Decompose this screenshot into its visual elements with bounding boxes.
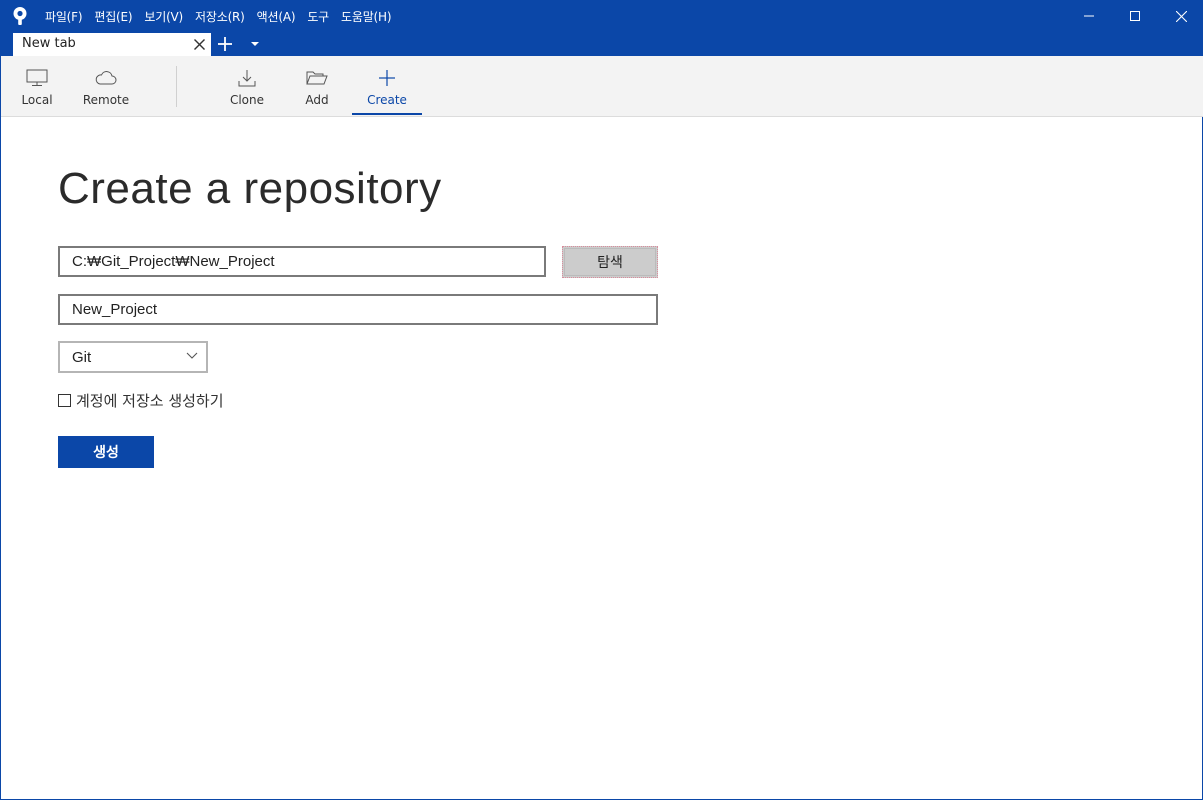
menu-actions[interactable]: 액션(A) <box>257 8 296 25</box>
toolbar-create-label: Create <box>367 93 407 107</box>
tab-dropdown-icon[interactable] <box>249 40 261 48</box>
tab-new-tab[interactable]: New tab <box>13 33 211 56</box>
active-tab-indicator <box>352 113 422 115</box>
repository-type-value: Git <box>72 348 92 366</box>
minimize-button[interactable] <box>1066 0 1112 32</box>
toolbar-remote[interactable]: Remote <box>81 56 131 116</box>
repository-name-input[interactable]: New_Project <box>58 294 658 325</box>
menu-edit[interactable]: 편집(E) <box>94 8 132 25</box>
toolbar-create[interactable]: Create <box>352 56 422 116</box>
repository-type-select[interactable]: Git <box>58 341 208 373</box>
menu-help[interactable]: 도움말(H) <box>341 8 392 25</box>
toolbar-add[interactable]: Add <box>297 56 337 116</box>
toolbar-add-label: Add <box>305 93 329 107</box>
tab-strip: New tab <box>1 32 1203 56</box>
page-title: Create a repository <box>58 164 442 213</box>
download-icon <box>238 70 256 87</box>
toolbar-clone[interactable]: Clone <box>226 56 268 116</box>
repository-name-value: New_Project <box>72 301 158 318</box>
toolbar: Local Remote Clone Add Create <box>1 56 1203 117</box>
menu-file[interactable]: 파일(F) <box>45 8 83 25</box>
browse-button[interactable]: 탐색 <box>562 246 658 278</box>
tab-label: New tab <box>22 36 76 51</box>
maximize-icon <box>1130 11 1140 21</box>
create-on-account-label: 계정에 저장소 생성하기 <box>76 391 224 410</box>
app-window: 파일(F) 편집(E) 보기(V) 저장소(R) 액션(A) 도구 도움말(H)… <box>0 0 1203 800</box>
create-on-account-checkbox[interactable] <box>58 393 71 407</box>
create-on-account-row[interactable]: 계정에 저장소 생성하기 <box>58 390 224 410</box>
close-window-button[interactable] <box>1158 0 1203 32</box>
minimize-icon <box>1084 15 1094 17</box>
menu-view[interactable]: 보기(V) <box>144 8 183 25</box>
toolbar-local-label: Local <box>21 93 53 107</box>
chevron-down-icon <box>186 352 198 359</box>
close-icon <box>1175 10 1187 22</box>
toolbar-remote-label: Remote <box>82 93 130 107</box>
add-tab-icon[interactable] <box>217 36 233 52</box>
maximize-button[interactable] <box>1112 0 1158 32</box>
folder-open-icon <box>306 71 328 85</box>
plus-icon <box>379 70 395 86</box>
menu-tools[interactable]: 도구 <box>307 8 329 25</box>
toolbar-clone-label: Clone <box>229 93 265 107</box>
menu-repository[interactable]: 저장소(R) <box>195 8 245 25</box>
destination-path-input[interactable]: C:₩Git_Project₩New_Project <box>58 246 546 277</box>
create-button[interactable]: 생성 <box>58 436 154 468</box>
cloud-icon <box>95 71 117 85</box>
destination-path-value: C:₩Git_Project₩New_Project <box>72 253 275 270</box>
close-tab-icon[interactable] <box>193 38 206 51</box>
menu-bar: 파일(F) 편집(E) 보기(V) 저장소(R) 액션(A) 도구 도움말(H) <box>45 0 403 32</box>
title-bar: 파일(F) 편집(E) 보기(V) 저장소(R) 액션(A) 도구 도움말(H) <box>1 0 1203 32</box>
toolbar-local[interactable]: Local <box>16 56 58 116</box>
sourcetree-logo-icon <box>13 7 27 25</box>
window-controls <box>1066 0 1203 32</box>
monitor-icon <box>26 69 48 86</box>
toolbar-separator <box>176 66 177 107</box>
